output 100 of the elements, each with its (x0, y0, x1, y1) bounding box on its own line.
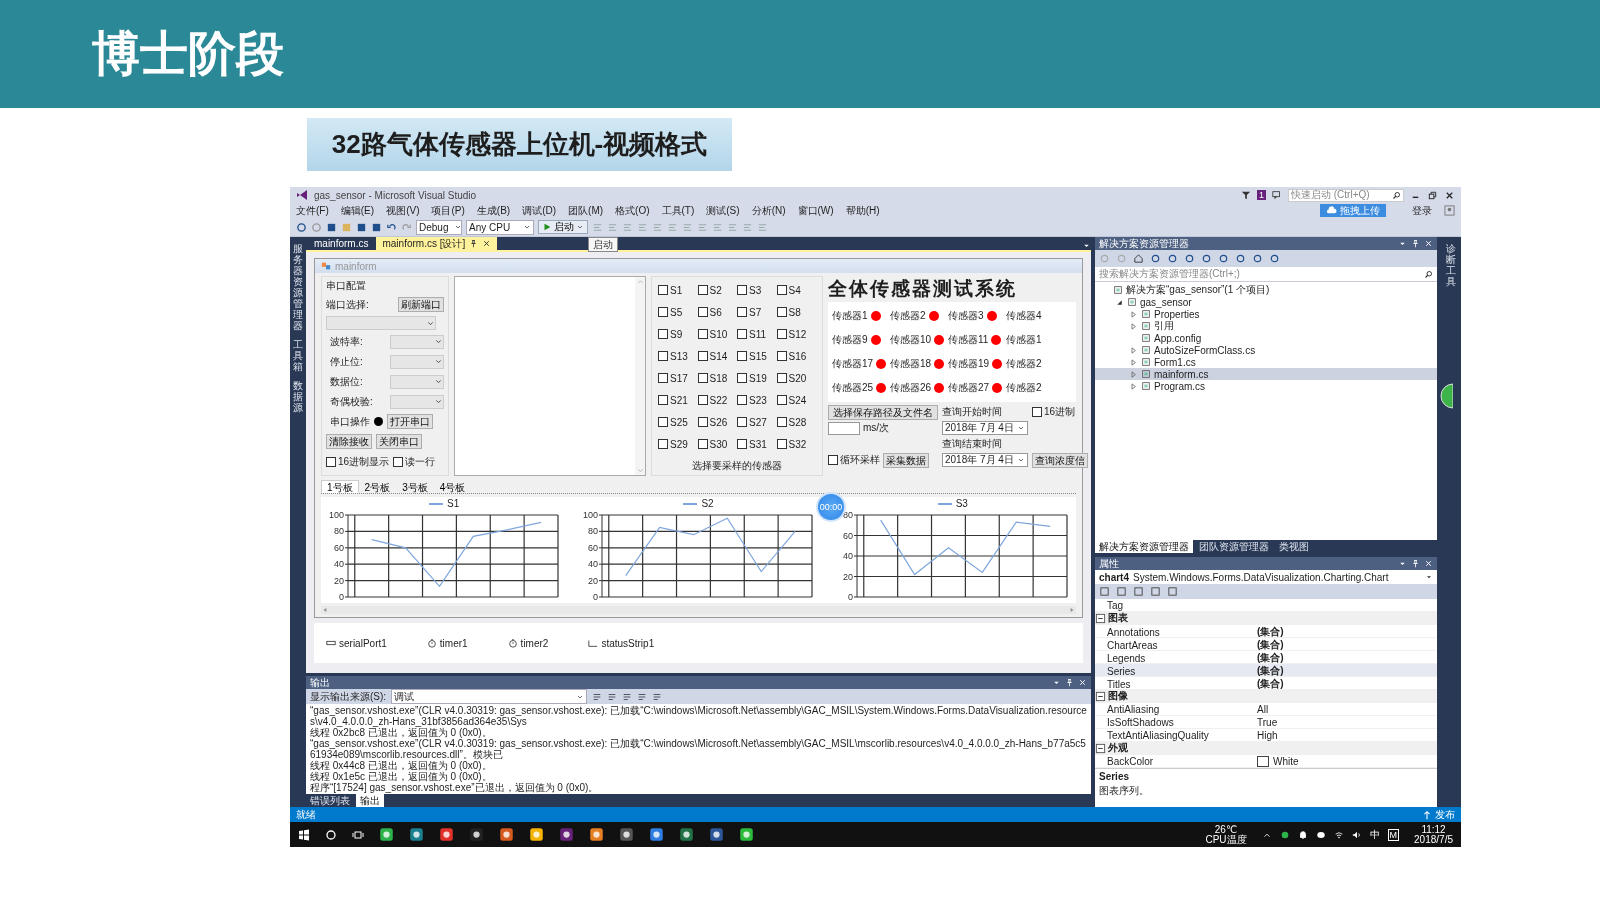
side-tab[interactable]: 数据源 (293, 380, 303, 413)
app-icon[interactable] (739, 827, 754, 842)
checkbox[interactable] (697, 373, 708, 383)
tray-app-button[interactable]: M (1387, 828, 1400, 841)
app-icon[interactable] (589, 827, 604, 842)
close-icon[interactable] (1078, 678, 1087, 687)
undo-icon[interactable] (386, 221, 397, 233)
menu-item[interactable]: 团队(M) (568, 203, 604, 218)
component-label[interactable]: timer1 (439, 637, 468, 649)
collect-button[interactable]: 采集数据 (883, 452, 929, 468)
tree-item[interactable]: 引用 (1095, 320, 1437, 332)
app-icon[interactable] (529, 827, 544, 842)
close-icon[interactable] (1424, 239, 1433, 248)
filter-icon[interactable] (1241, 190, 1251, 200)
tree-item[interactable]: Properties (1095, 308, 1437, 320)
app-icon[interactable] (559, 827, 574, 842)
checkbox[interactable] (776, 373, 787, 383)
app-icon[interactable] (469, 827, 484, 842)
app-icon[interactable] (619, 827, 634, 842)
checkbox[interactable] (776, 439, 787, 449)
checkbox[interactable] (658, 417, 668, 427)
panel-tab[interactable]: 类视图 (1275, 540, 1313, 553)
start-button[interactable]: 启动 (538, 220, 588, 234)
side-tab[interactable]: 工具箱 (293, 339, 303, 372)
checkbox[interactable] (697, 439, 708, 449)
expander-icon[interactable] (1095, 612, 1106, 624)
checkbox[interactable] (697, 285, 708, 295)
close-port-button[interactable]: 关闭串口 (376, 434, 422, 449)
windows-logo-icon[interactable] (298, 828, 310, 841)
date-picker[interactable]: 2018年 7月 4日 (942, 453, 1028, 467)
app-icon[interactable] (439, 827, 454, 842)
board-tab[interactable]: 3号板 (396, 480, 434, 493)
clear-button[interactable]: 清除接收 (326, 434, 372, 449)
checkbox[interactable] (658, 395, 668, 405)
checkbox[interactable] (1032, 407, 1042, 417)
side-tab[interactable]: 服务器资源管理器 (293, 243, 303, 331)
app-icon[interactable] (409, 827, 424, 842)
property-row[interactable]: AntiAliasing All (1095, 703, 1437, 716)
restore-icon[interactable] (1427, 189, 1438, 201)
tree-item[interactable]: Program.cs (1095, 380, 1437, 392)
tray-app-icon[interactable] (1279, 829, 1290, 840)
checkbox[interactable] (697, 395, 708, 405)
panel-tab[interactable]: 错误列表 (306, 794, 354, 807)
menu-item[interactable]: 窗口(W) (797, 203, 834, 218)
checkbox[interactable] (776, 417, 787, 427)
document-tab[interactable]: mainform.cs (308, 237, 375, 250)
menu-item[interactable]: 帮助(H) (845, 203, 880, 218)
checkbox[interactable] (776, 307, 787, 317)
menu-item[interactable]: 项目(P) (431, 203, 465, 218)
board-tab[interactable]: 2号板 (358, 480, 397, 493)
tree-item[interactable]: App.config (1095, 332, 1437, 344)
document-tab[interactable]: mainform.cs [设计] (376, 237, 498, 250)
menu-item[interactable]: 格式(O) (615, 203, 650, 218)
panel-tab[interactable]: 解决方案资源管理器 (1095, 540, 1193, 553)
app-icon[interactable] (679, 827, 694, 842)
home-icon[interactable] (1133, 253, 1144, 264)
checkbox[interactable] (737, 307, 747, 317)
menu-item[interactable]: 生成(B) (476, 203, 511, 218)
board-tab[interactable]: 4号板 (433, 480, 472, 493)
menu-item[interactable]: 文件(F) (296, 203, 329, 218)
object-selector[interactable]: chart4 System.Windows.Forms.DataVisualization.Charting.Chart (1095, 570, 1437, 584)
menu-item[interactable]: 工具(T) (661, 203, 695, 218)
checkbox[interactable] (737, 373, 747, 383)
checkbox[interactable] (776, 395, 787, 405)
component-label[interactable]: statusStrip1 (601, 637, 655, 649)
close-icon[interactable] (1424, 559, 1433, 568)
checkbox[interactable] (737, 285, 747, 295)
date-picker[interactable]: 2018年 7月 4日 (942, 421, 1028, 435)
checkbox[interactable] (658, 439, 668, 449)
pin-icon[interactable] (1411, 239, 1420, 248)
checkbox[interactable] (697, 307, 708, 317)
open-port-button[interactable]: 打开串口 (387, 414, 433, 429)
checkbox[interactable] (737, 439, 747, 449)
chat-icon[interactable] (1315, 829, 1326, 840)
bell-icon[interactable] (1297, 829, 1308, 840)
feedback-icon[interactable] (1272, 190, 1282, 200)
configuration-dropdown[interactable]: Debug (416, 219, 462, 235)
app-icon[interactable] (649, 827, 664, 842)
board-tab[interactable]: 1号板 (321, 480, 359, 493)
checkbox[interactable] (658, 307, 668, 317)
panel-tab[interactable]: 团队资源管理器 (1195, 540, 1273, 553)
tree-item[interactable]: AutoSizeFormClass.cs (1095, 344, 1437, 356)
menu-item[interactable]: 分析(N) (751, 203, 786, 218)
menu-item[interactable]: 编辑(E) (340, 203, 375, 218)
app-icon[interactable] (379, 827, 394, 842)
app-icon[interactable] (499, 827, 514, 842)
tree-item[interactable]: gas_sensor (1095, 296, 1437, 308)
property-row[interactable]: Annotations (集合) (1095, 625, 1437, 638)
search-field[interactable]: 搜索解决方案资源管理器(Ctrl+;) (1095, 267, 1437, 282)
platform-dropdown[interactable]: Any CPU (466, 219, 534, 235)
checkbox[interactable] (658, 285, 668, 295)
input-method[interactable]: 中 (1369, 827, 1380, 842)
checkbox[interactable] (658, 373, 668, 383)
output-source-dropdown[interactable]: 调试 (391, 689, 588, 704)
menu-item[interactable]: 调试(D) (522, 203, 557, 218)
pin-icon[interactable] (1411, 559, 1420, 568)
checkbox[interactable] (737, 417, 747, 427)
component-label[interactable]: timer2 (520, 637, 549, 649)
expander-icon[interactable] (1095, 690, 1106, 702)
side-tab[interactable]: 诊断工具 (1446, 243, 1456, 287)
